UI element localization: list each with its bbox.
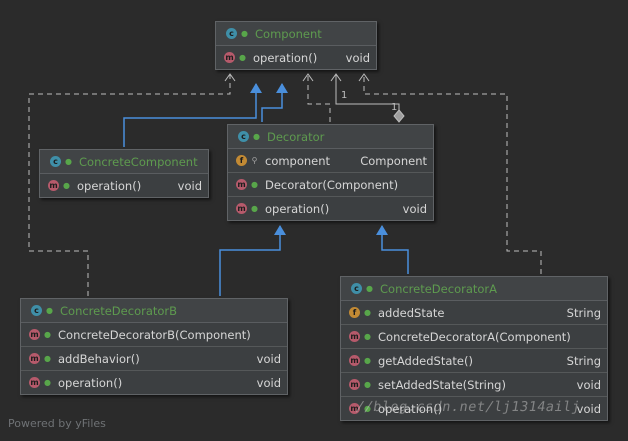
watermark: //blog.csdn.net/lj1314ailj — [354, 399, 582, 415]
field-icon: f — [349, 307, 360, 318]
private-key-icon: ⚲ — [251, 155, 258, 165]
member-type: String — [566, 305, 601, 320]
public-icon: ● — [364, 307, 371, 317]
member-row[interactable]: m ● Decorator(Component) — [228, 173, 433, 197]
method-icon: m — [349, 355, 360, 366]
member-row[interactable]: m ● addBehavior() void — [21, 347, 287, 371]
member-name: addedState — [378, 305, 445, 320]
member-row[interactable]: m ● ConcreteDecoratorB(Component) — [21, 323, 287, 347]
class-header: c ● Component — [216, 22, 376, 46]
concrete-decorator-a-inherits-decorator — [376, 225, 409, 274]
class-badge-icon: c — [31, 305, 42, 316]
public-icon: ● — [63, 180, 70, 190]
member-name: addBehavior() — [58, 351, 140, 366]
member-row[interactable]: m ● operation() void — [228, 197, 433, 220]
concrete-decorator-b-inherits-decorator — [219, 225, 286, 296]
public-icon: ● — [44, 329, 51, 339]
public-icon: ● — [239, 52, 246, 62]
member-type: void — [256, 375, 281, 390]
method-icon: m — [224, 52, 235, 63]
member-name: ConcreteDecoratorA(Component) — [378, 329, 571, 344]
member-row[interactable]: m ● operation() void — [21, 371, 287, 394]
class-badge-icon: c — [226, 28, 237, 39]
member-name: operation() — [265, 201, 330, 216]
class-concrete-component[interactable]: c ● ConcreteComponent m ● operation() vo… — [39, 149, 209, 198]
member-type: void — [177, 178, 202, 193]
member-type: void — [402, 201, 427, 216]
method-icon: m — [349, 379, 360, 390]
member-type: void — [256, 351, 281, 366]
member-name: ConcreteDecoratorB(Component) — [58, 327, 251, 342]
public-icon: ● — [46, 305, 53, 315]
public-icon: ● — [253, 131, 260, 141]
member-name: operation() — [77, 178, 142, 193]
public-icon: ● — [251, 203, 258, 213]
member-name: operation() — [253, 50, 318, 65]
public-icon: ● — [364, 331, 371, 341]
powered-by-label: Powered by yFiles — [8, 417, 106, 430]
member-type: void — [345, 50, 370, 65]
class-badge-icon: c — [50, 156, 61, 167]
member-row[interactable]: m ● getAddedState() String — [341, 349, 607, 373]
method-icon: m — [29, 329, 40, 340]
method-icon: m — [236, 179, 247, 190]
class-decorator[interactable]: c ● Decorator f ⚲ component Component m … — [227, 124, 434, 221]
member-name: operation() — [58, 375, 123, 390]
public-icon: ● — [364, 379, 371, 389]
class-name: Decorator — [267, 129, 325, 144]
member-type: String — [566, 353, 601, 368]
member-row[interactable]: f ● addedState String — [341, 301, 607, 325]
decorator-inherits-component — [261, 83, 288, 122]
public-icon: ● — [251, 179, 258, 189]
member-name: Decorator(Component) — [265, 177, 399, 192]
method-icon: m — [29, 353, 40, 364]
member-row[interactable]: f ⚲ component Component — [228, 149, 433, 173]
method-icon: m — [349, 331, 360, 342]
class-header: c ● Decorator — [228, 125, 433, 149]
class-badge-icon: c — [238, 131, 249, 142]
class-name: ConcreteComponent — [79, 154, 198, 169]
method-icon: m — [236, 203, 247, 214]
public-icon: ● — [44, 377, 51, 387]
multiplicity-left: 1 — [341, 90, 347, 101]
member-row[interactable]: m ● ConcreteDecoratorA(Component) — [341, 325, 607, 349]
public-icon: ● — [44, 353, 51, 363]
public-icon: ● — [366, 283, 373, 293]
public-icon: ● — [241, 28, 248, 38]
member-name: setAddedState(String) — [378, 377, 506, 392]
member-type: void — [576, 377, 601, 392]
public-icon: ● — [65, 156, 72, 166]
field-icon: f — [236, 155, 247, 166]
class-name: ConcreteDecoratorB — [60, 303, 178, 318]
method-icon: m — [29, 377, 40, 388]
class-header: c ● ConcreteDecoratorA — [341, 277, 607, 301]
class-badge-icon: c — [351, 283, 362, 294]
member-row[interactable]: m ● setAddedState(String) void — [341, 373, 607, 397]
member-row[interactable]: m ● operation() void — [216, 46, 376, 69]
member-name: getAddedState() — [378, 353, 473, 368]
decorator-depends-component — [307, 74, 331, 122]
class-component[interactable]: c ● Component m ● operation() void — [215, 21, 377, 70]
class-header: c ● ConcreteDecoratorB — [21, 299, 287, 323]
class-concrete-decorator-b[interactable]: c ● ConcreteDecoratorB m ● ConcreteDecor… — [20, 298, 288, 395]
class-name: ConcreteDecoratorA — [380, 281, 498, 296]
class-name: Component — [255, 26, 322, 41]
public-icon: ● — [364, 355, 371, 365]
class-header: c ● ConcreteComponent — [40, 150, 208, 174]
member-row[interactable]: m ● operation() void — [40, 174, 208, 197]
multiplicity-right: 1 — [391, 102, 397, 113]
method-icon: m — [48, 180, 59, 191]
member-name: component — [265, 153, 331, 168]
member-type: Component — [360, 153, 427, 168]
